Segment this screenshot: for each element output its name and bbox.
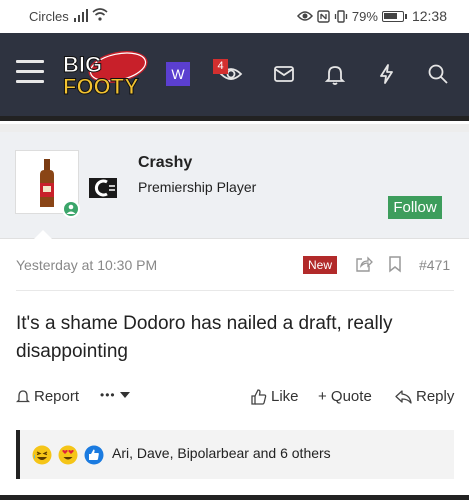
reply-icon [395,389,412,404]
follow-button[interactable]: Follow [388,196,442,219]
signal-icon [74,9,88,22]
vibrate-icon [334,9,348,23]
logo-text-bottom: FOOTY [63,74,139,98]
wifi-icon [92,8,108,21]
heart-eyes-reaction-icon [58,445,78,465]
thumbs-up-icon [251,389,267,405]
status-time: 12:38 [411,8,447,24]
more-options-button[interactable]: ••• [100,388,130,402]
mail-icon[interactable] [272,62,296,86]
bottom-divider [0,495,469,500]
reply-button[interactable]: Reply [395,388,454,405]
post-body: It's a shame Dodoro has nailed a draft, … [16,313,393,362]
like-button[interactable]: Like [250,388,299,405]
nav-divider [0,116,469,121]
online-status-icon [62,200,80,218]
team-logo-icon [89,178,117,198]
status-bar: Circles 79% 12:38 [0,0,469,33]
battery-icon [381,10,407,22]
bell-icon[interactable] [323,62,347,86]
share-icon[interactable] [355,255,373,273]
nfc-icon [317,9,330,23]
bookmark-icon[interactable] [388,255,402,273]
battery-percent: 79% [351,8,378,24]
panel-notch [33,230,53,240]
user-title: Premiership Player [138,179,257,195]
notification-badge: 4 [213,59,228,74]
report-label: Report [34,388,80,405]
chevron-down-icon [119,392,130,398]
bolt-icon[interactable] [375,62,399,86]
bigfooty-logo[interactable]: BIG FOOTY [60,50,154,98]
like-label: Like [271,388,299,405]
reactions-summary[interactable]: Ari, Dave, Bipolarbear and 6 others [112,445,331,461]
like-reaction-icon [84,445,104,465]
meta-divider [16,290,454,291]
bell-outline-icon [16,390,30,403]
new-badge: New [303,256,338,274]
carrier-name: Circles [29,9,69,24]
report-button[interactable]: Report [16,388,79,405]
post-date[interactable]: Yesterday at 10:30 PM [16,257,157,273]
w-button[interactable]: W [166,62,190,86]
quote-button[interactable]: + Quote [318,388,372,405]
header-shadow [0,124,469,132]
top-nav: BIG FOOTY W 4 [0,33,469,116]
reactions-bar[interactable]: Ari, Dave, Bipolarbear and 6 others [16,430,454,479]
quote-label: + Quote [318,388,372,405]
laughing-reaction-icon [32,445,52,465]
post-number[interactable]: #471 [419,257,450,273]
search-icon[interactable] [426,62,450,86]
menu-icon[interactable] [16,60,44,84]
reply-label: Reply [416,388,455,405]
more-label: ••• [100,388,116,402]
username[interactable]: Crashy [138,154,192,172]
eye-status-icon [296,11,313,21]
